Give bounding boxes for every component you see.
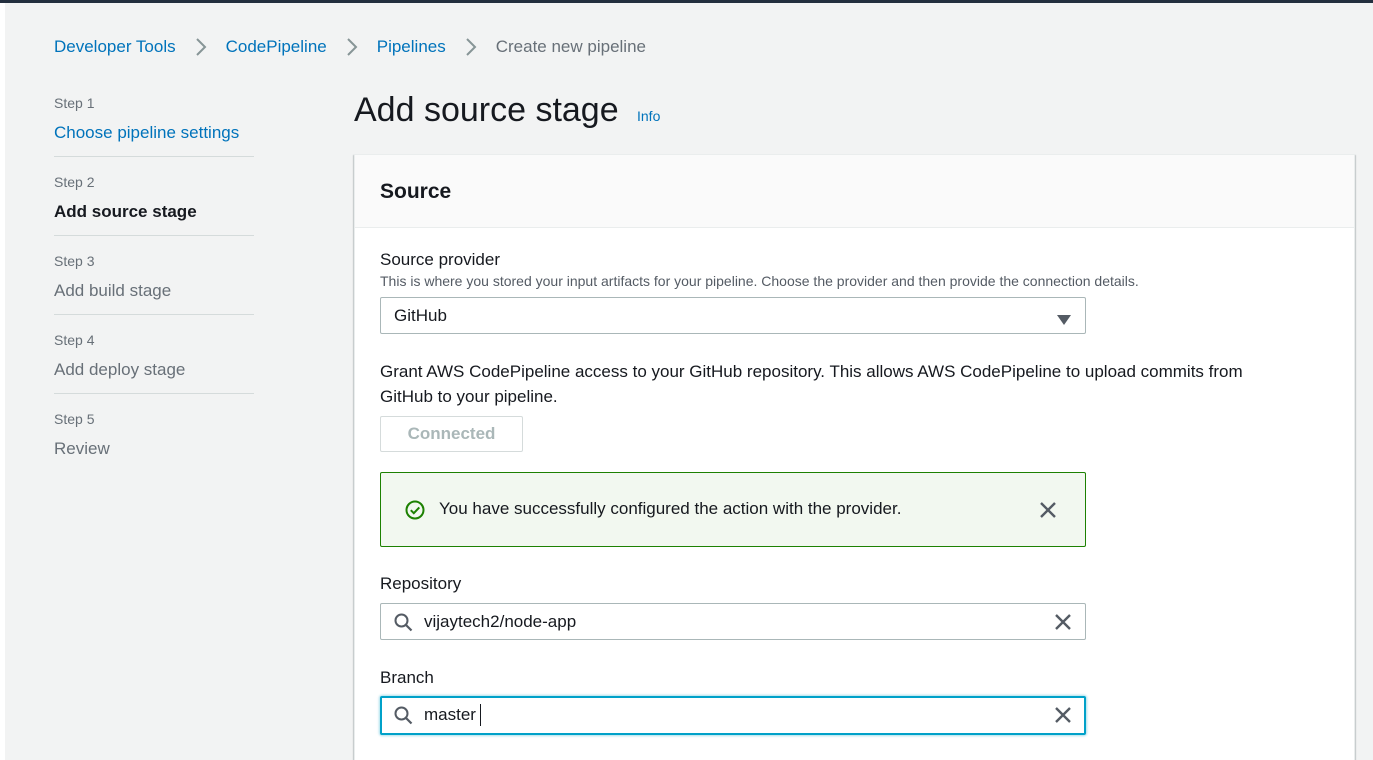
wizard-step-2: Step 2 Add source stage xyxy=(54,157,254,236)
grant-access-text: Grant AWS CodePipeline access to your Gi… xyxy=(380,362,1243,406)
step-add-deploy-stage: Add deploy stage xyxy=(54,360,186,379)
step-review: Review xyxy=(54,439,110,458)
step-number: Step 4 xyxy=(54,332,95,348)
success-flash-message: You have successfully configured the act… xyxy=(380,472,1086,547)
left-edge-panel xyxy=(0,3,5,760)
step-link-choose-pipeline-settings[interactable]: Choose pipeline settings xyxy=(54,121,254,145)
wizard-step-4: Step 4 Add deploy stage xyxy=(54,315,254,394)
wizard-step-3: Step 3 Add build stage xyxy=(54,236,254,315)
step-number: Step 5 xyxy=(54,411,95,427)
flash-message-text: You have successfully configured the act… xyxy=(439,499,902,518)
chevron-right-icon xyxy=(337,37,367,57)
breadcrumb: Developer Tools CodePipeline Pipelines C… xyxy=(54,35,646,59)
repository-input[interactable] xyxy=(424,609,1024,634)
container-title: Source xyxy=(380,180,452,203)
info-link[interactable]: Info xyxy=(637,106,660,126)
source-container: Source Source provider This is where you… xyxy=(354,154,1355,760)
container-header: Source xyxy=(355,155,1354,228)
source-provider-select[interactable]: GitHub xyxy=(380,297,1086,334)
chevron-right-icon xyxy=(186,37,216,57)
caret-down-icon xyxy=(1057,312,1071,330)
branch-label: Branch xyxy=(380,668,434,687)
top-navigation-bar xyxy=(0,0,1373,3)
connected-button[interactable]: Connected xyxy=(380,416,523,452)
step-number: Step 3 xyxy=(54,253,95,269)
repository-input-wrapper xyxy=(380,603,1086,640)
wizard-step-5: Step 5 Review xyxy=(54,394,254,464)
page-title: Add source stage xyxy=(354,91,619,129)
source-provider-label: Source provider xyxy=(380,250,501,269)
clear-icon[interactable] xyxy=(1053,612,1073,632)
breadcrumb-create-new-pipeline: Create new pipeline xyxy=(495,37,646,56)
clear-icon[interactable] xyxy=(1053,705,1073,725)
breadcrumb-developer-tools[interactable]: Developer Tools xyxy=(54,37,176,57)
branch-input[interactable] xyxy=(424,702,1024,727)
search-icon xyxy=(394,613,413,637)
wizard-steps-navigation: Step 1 Choose pipeline settings Step 2 A… xyxy=(54,92,254,464)
source-provider-value: GitHub xyxy=(394,306,447,325)
wizard-step-1: Step 1 Choose pipeline settings xyxy=(54,92,254,157)
branch-input-wrapper xyxy=(380,696,1086,735)
step-number: Step 2 xyxy=(54,174,95,190)
chevron-right-icon xyxy=(456,37,486,57)
text-cursor xyxy=(480,704,481,726)
breadcrumb-pipelines[interactable]: Pipelines xyxy=(377,37,446,57)
step-add-build-stage: Add build stage xyxy=(54,281,172,300)
step-current-add-source-stage: Add source stage xyxy=(54,202,197,221)
breadcrumb-codepipeline[interactable]: CodePipeline xyxy=(226,37,327,57)
search-icon xyxy=(394,706,413,730)
close-icon[interactable] xyxy=(1037,499,1059,521)
success-check-icon xyxy=(405,500,425,525)
source-provider-description: This is where you stored your input arti… xyxy=(380,273,1139,289)
repository-label: Repository xyxy=(380,574,462,593)
step-number: Step 1 xyxy=(54,95,95,111)
